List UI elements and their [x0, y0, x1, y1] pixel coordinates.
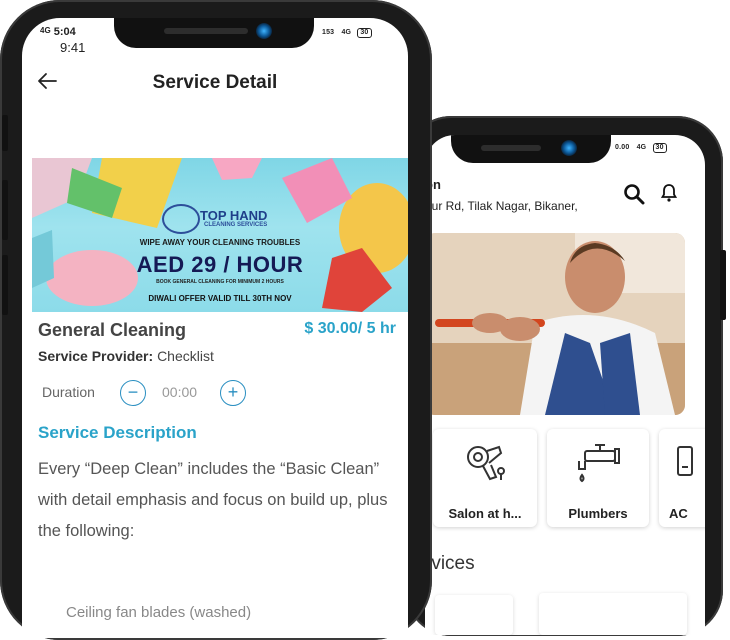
service-description: Every “Deep Clean” includes the “Basic C…	[38, 460, 388, 540]
duration-value[interactable]: 00:00	[162, 384, 197, 400]
network-type: 4G	[341, 29, 352, 36]
category-card-salon[interactable]: Salon at h...	[433, 429, 537, 527]
service-card-placeholder[interactable]	[435, 595, 513, 635]
status-time: 5:04	[53, 26, 76, 38]
app-header: Service Detail	[22, 66, 408, 100]
banner-brand-sub: CLEANING SERVICES	[204, 222, 268, 228]
front-status-bar-left: 4G 5:04	[40, 26, 76, 38]
battery-icon: 30	[652, 143, 667, 153]
service-card-placeholder[interactable]	[539, 593, 687, 635]
side-button	[2, 180, 8, 240]
banner-diwali-offer: DIWALI OFFER VALID TILL 30TH NOV	[148, 294, 292, 303]
service-banner-image[interactable]: TOP HAND CLEANING SERVICES WIPE AWAY YOU…	[32, 158, 408, 312]
side-button	[2, 255, 8, 315]
duration-label: Duration	[42, 384, 95, 400]
signal-icon: 4G	[40, 26, 51, 35]
side-button	[2, 115, 8, 151]
service-detail-screen: 4G 5:04 9:41 153 4G 30 Service Detail TO…	[22, 18, 408, 638]
search-icon[interactable]	[623, 183, 645, 205]
checklist-item: Ceiling fan blades (washed)	[66, 604, 252, 621]
provider-label: Service Provider:	[38, 348, 154, 364]
banner-brand: TOP HAND	[200, 208, 268, 223]
speaker	[164, 28, 248, 34]
category-card-plumbers[interactable]: Plumbers	[547, 429, 649, 527]
banner-note: BOOK GENERAL CLEANING FOR MINIMUM 2 HOUR…	[156, 279, 284, 285]
category-label: Salon at h...	[448, 506, 522, 521]
provider-value: Checklist	[157, 348, 214, 364]
service-price: $ 30.00/ 5 hr	[304, 320, 396, 337]
hair-dryer-icon	[463, 441, 507, 485]
battery-icon: 30	[357, 28, 372, 38]
services-heading: rvices	[425, 553, 475, 574]
banner-tagline: WIPE AWAY YOUR CLEANING TROUBLES	[139, 238, 301, 247]
location-address[interactable]: bur Rd, Tilak Nagar, Bikaner,	[425, 199, 578, 213]
home-screen: 0.00 4G 30 on bur Rd, Tilak Nagar, Bikan…	[425, 135, 705, 635]
ac-icon	[675, 445, 695, 479]
data-rate: 153	[322, 29, 335, 36]
speaker	[481, 145, 541, 151]
status-clock: 9:41	[60, 40, 86, 55]
description-heading: Service Description	[38, 423, 197, 442]
bell-icon[interactable]	[660, 183, 678, 203]
network-type: 4G	[636, 144, 647, 151]
back-notch	[451, 135, 611, 163]
faucet-icon	[575, 441, 621, 487]
category-card-ac[interactable]: AC	[659, 429, 705, 527]
category-label: Plumbers	[568, 506, 628, 521]
banner-offer: AED 29 / HOUR	[136, 252, 304, 277]
increase-duration-button[interactable]: +	[220, 380, 246, 406]
front-camera-icon	[561, 140, 577, 156]
front-notch	[114, 18, 314, 48]
hero-banner-image[interactable]	[425, 233, 685, 415]
decrease-duration-button[interactable]: −	[120, 380, 146, 406]
front-status-bar-right: 153 4G 30	[322, 28, 372, 38]
front-camera-icon	[256, 23, 272, 39]
back-status-bar: 0.00 4G 30	[615, 143, 667, 153]
back-side-button	[720, 250, 726, 320]
category-label: AC	[669, 506, 688, 521]
data-rate: 0.00	[615, 144, 630, 151]
brand-logo-icon	[162, 204, 200, 234]
page-title: Service Detail	[152, 72, 278, 93]
service-name: General Cleaning	[38, 320, 187, 340]
service-provider: Service Provider: Checklist	[38, 348, 214, 364]
